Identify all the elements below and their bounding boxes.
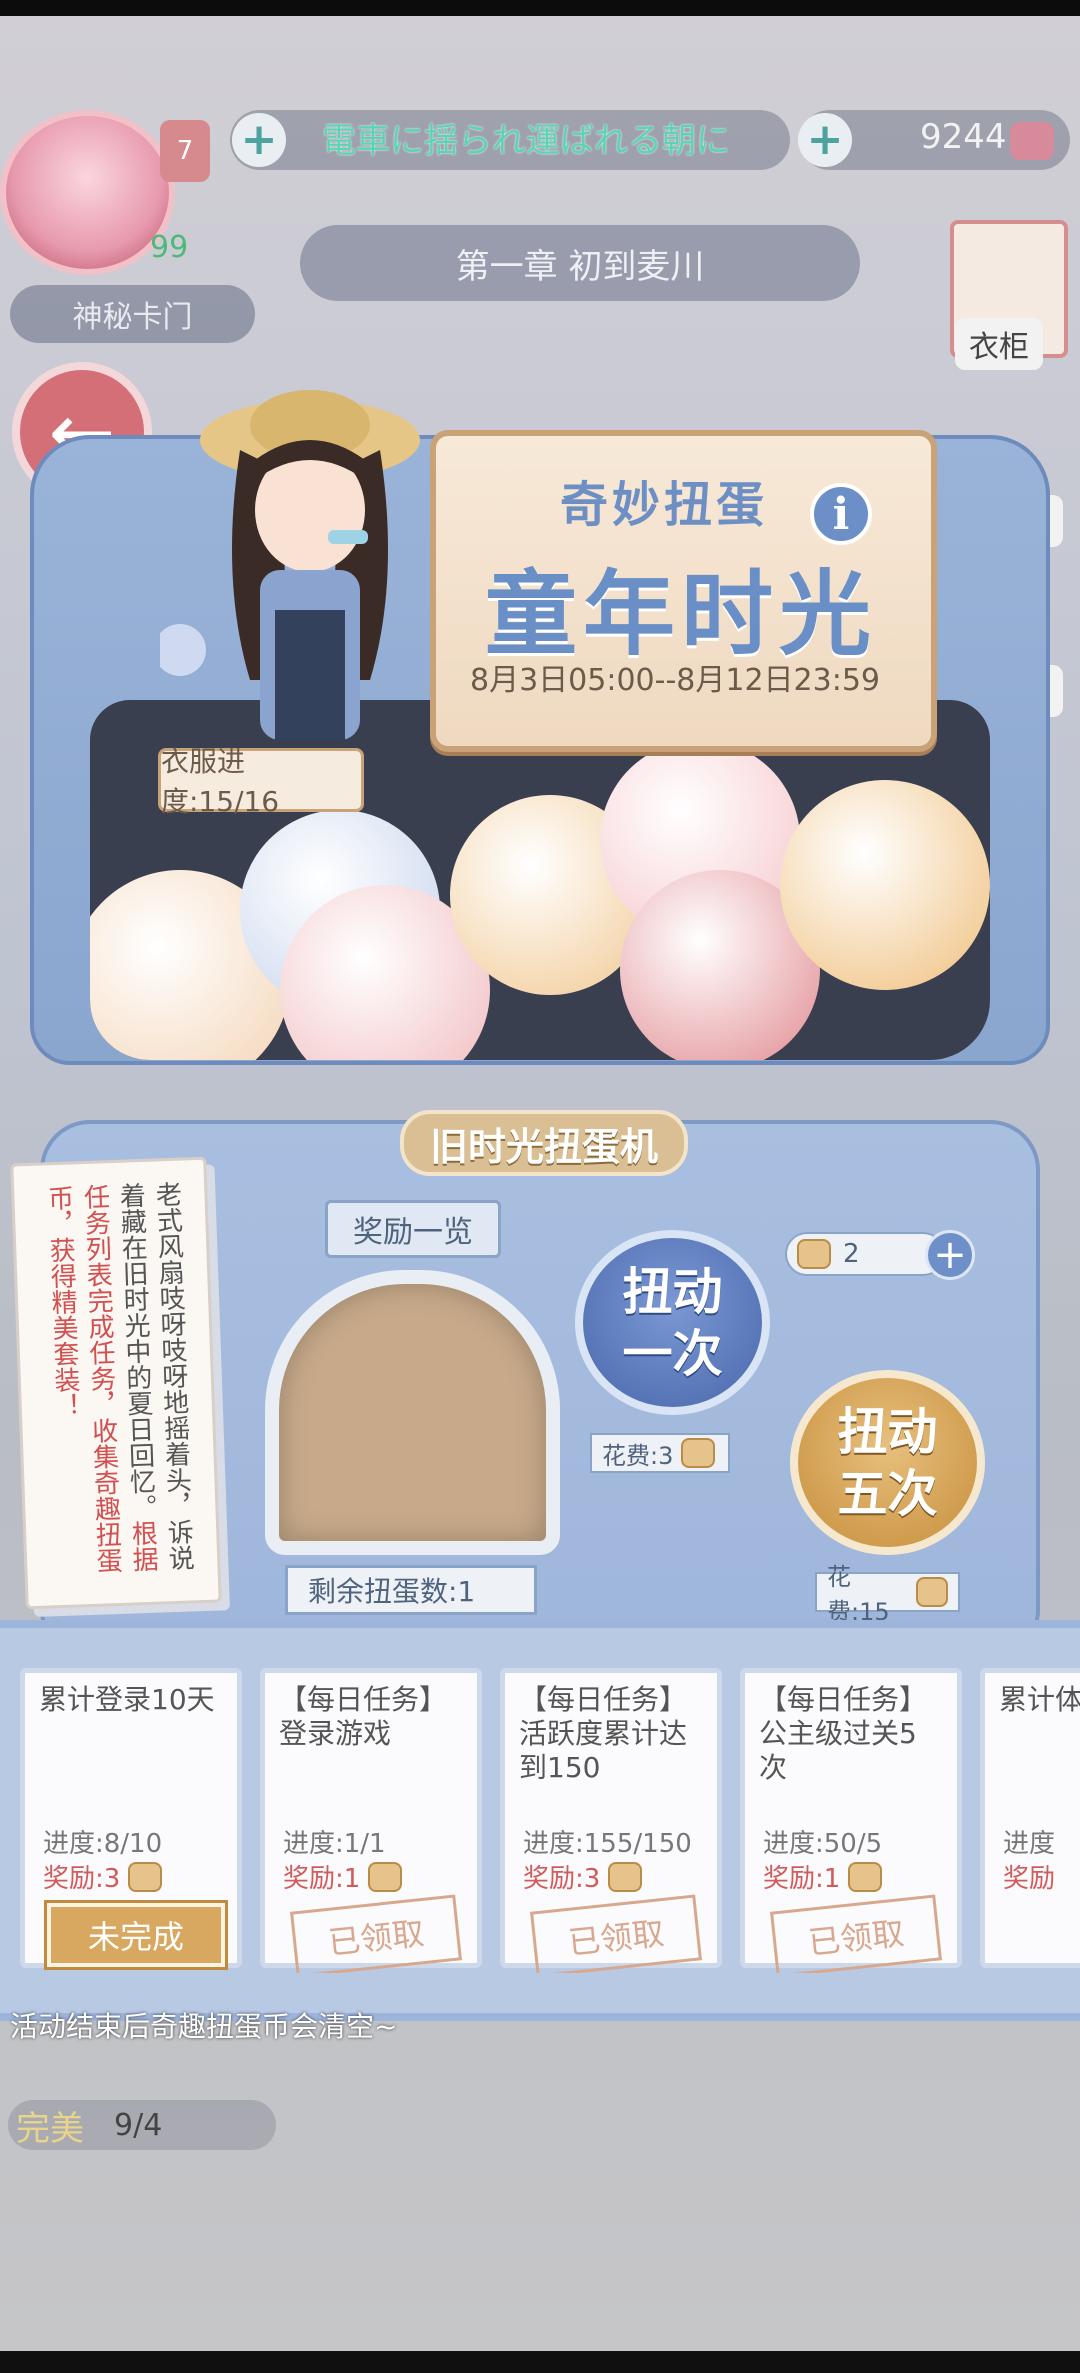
task-title: 【每日任务】活跃度累计达到150 — [519, 1683, 688, 1784]
info-icon[interactable]: i — [810, 483, 872, 545]
add-coin-button[interactable]: + — [925, 1230, 975, 1280]
task-card: 【每日任务】登录游戏 进度:1/1 奖励:1 已领取 — [260, 1668, 482, 1973]
spin-once-cost-text: 花费:3 — [602, 1441, 674, 1470]
task-title: 【每日任务】登录游戏 — [279, 1683, 448, 1750]
perfect-value: 9/4 — [114, 2107, 163, 2143]
navigation-bar — [0, 2351, 1080, 2373]
task-list[interactable]: 累计登录10天 进度:8/10 奖励:3 未完成 【每日任务】登录游戏 进度:1… — [20, 1668, 1080, 1973]
currency-value: 9244 — [920, 117, 1007, 157]
task-incomplete-button[interactable]: 未完成 — [44, 1900, 228, 1970]
status-bar — [0, 0, 1080, 16]
capsule-coin-icon — [128, 1861, 163, 1892]
task-card: 【每日任务】公主级过关5次 进度:50/5 奖励:1 已领取 — [740, 1668, 962, 1973]
capsule-coin-icon — [848, 1861, 883, 1892]
friendship-count: 99 — [150, 230, 189, 265]
spin-once-label-top: 扭动 — [622, 1262, 723, 1321]
banner-subtitle: 奇妙扭蛋 — [560, 477, 769, 533]
spin-five-label-bottom: 五次 — [837, 1464, 938, 1523]
chapter-title[interactable]: 第一章 初到麦川 — [300, 225, 860, 301]
task-reward-text: 奖励 — [1003, 1864, 1056, 1894]
spin-once-button[interactable]: 扭动 一次 — [575, 1230, 770, 1415]
task-claimed-stamp: 已领取 — [770, 1894, 942, 1973]
hidden-door-button[interactable]: 神秘卡门 — [10, 285, 255, 343]
task-reward: 奖励:1 — [763, 1858, 883, 1895]
task-reward-text: 奖励:3 — [43, 1864, 121, 1894]
task-progress: 进度:155/150 — [523, 1829, 692, 1859]
description-note: 老式风扇吱呀吱呀地摇着头，诉说着藏在旧时光中的夏日回忆。根据任务列表完成任务，收… — [10, 1156, 222, 1610]
spin-five-cost: 花费:15 — [815, 1563, 960, 1626]
spin-five-button[interactable]: 扭动 五次 — [790, 1370, 985, 1555]
add-currency-button[interactable]: + — [798, 113, 852, 167]
task-progress: 进度 — [1003, 1829, 1056, 1859]
task-reward-text: 奖励:3 — [523, 1864, 601, 1894]
task-title: 【每日任务】公主级过关5次 — [759, 1683, 928, 1784]
capsule-chute — [265, 1270, 560, 1555]
task-title: 累计体力 — [999, 1683, 1080, 1716]
spin-once-cost: 花费:3 — [590, 1433, 730, 1473]
event-footnote: 活动结束后奇趣扭蛋币会清空~ — [10, 2010, 398, 2043]
task-panel: 累计登录10天 进度:8/10 奖励:3 未完成 【每日任务】登录游戏 进度:1… — [0, 1620, 1080, 2021]
description-text-black: 老式风扇吱呀吱呀地摇着头，诉说着藏在旧时光中的夏日回忆。 — [115, 1180, 195, 1572]
banner-title: 童年时光 — [485, 561, 878, 668]
capsule-coin-icon — [915, 1577, 948, 1607]
player-avatar[interactable] — [0, 110, 175, 275]
spin-five-label-top: 扭动 — [837, 1402, 938, 1461]
description-text: 老式风扇吱呀吱呀地摇着头，诉说着藏在旧时光中的夏日回忆。根据任务列表完成任务，收… — [40, 1181, 198, 1586]
coin-counter: 2 — [785, 1232, 945, 1276]
task-card: 累计体力 进度 奖励 — [980, 1668, 1080, 1968]
reward-list-button[interactable]: 奖励一览 — [325, 1200, 501, 1258]
task-card: 累计登录10天 进度:8/10 奖励:3 未完成 — [20, 1668, 242, 1970]
perfect-label: 完美 — [16, 2108, 84, 2149]
task-reward: 奖励 — [1003, 1858, 1055, 1895]
task-progress: 进度:50/5 — [763, 1829, 883, 1859]
spin-five-cost-text: 花费:15 — [827, 1563, 890, 1626]
machine-title: 旧时光扭蛋机 — [400, 1110, 688, 1176]
remaining-capsules: 剩余扭蛋数:1 — [285, 1565, 537, 1615]
outfit-progress-tag: 衣服进度:15/16 — [158, 745, 364, 818]
task-card: 【每日任务】活跃度累计达到150 进度:155/150 奖励:3 已领取 — [500, 1668, 722, 1973]
perfect-counter: 完美 9/4 — [8, 2100, 276, 2150]
gem-icon — [1010, 122, 1054, 160]
event-date-range: 8月3日05:00--8月12日23:59 — [470, 663, 880, 698]
wardrobe-label[interactable]: 衣柜 — [955, 318, 1043, 370]
task-reward: 奖励:3 — [523, 1858, 643, 1895]
level-badge: 7 — [160, 120, 210, 182]
task-progress: 进度:1/1 — [283, 1829, 386, 1859]
add-stamina-button[interactable]: + — [232, 113, 286, 167]
capsule-coin-icon — [368, 1861, 403, 1892]
level-value: 7 — [176, 136, 194, 166]
task-reward-text: 奖励:1 — [763, 1864, 841, 1894]
task-reward: 奖励:1 — [283, 1858, 403, 1895]
song-lyric-text: 電車に揺られ運ばれる朝に — [322, 121, 730, 161]
task-title: 累计登录10天 — [39, 1683, 215, 1716]
spin-once-label-bottom: 一次 — [622, 1324, 723, 1383]
task-reward-text: 奖励:1 — [283, 1864, 361, 1894]
capsule-coin-icon — [681, 1438, 716, 1468]
capsule-coin-icon — [608, 1861, 643, 1892]
task-claimed-stamp: 已领取 — [290, 1894, 462, 1973]
task-reward: 奖励:3 — [43, 1858, 163, 1895]
coin-count-value: 2 — [843, 1239, 860, 1269]
task-claimed-stamp: 已领取 — [530, 1894, 702, 1973]
capsule-ball — [780, 780, 990, 990]
capsule-coin-icon — [797, 1239, 831, 1269]
task-progress: 进度:8/10 — [43, 1829, 163, 1859]
character-illustration — [160, 390, 420, 740]
